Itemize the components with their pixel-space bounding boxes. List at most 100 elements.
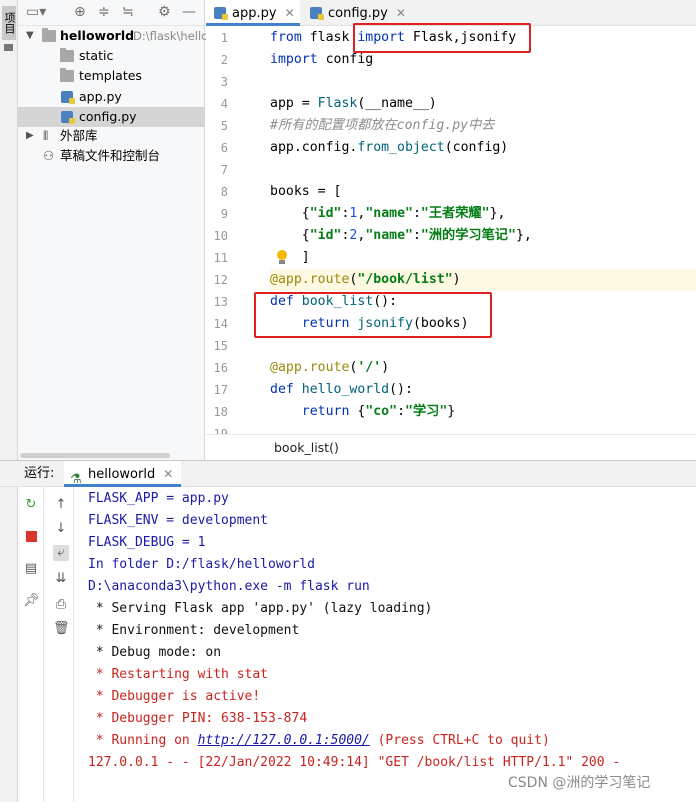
code-token: ) — [381, 360, 390, 375]
code-token: hello_world — [293, 382, 390, 397]
code-token: flask — [301, 30, 358, 45]
code-token: (config) — [444, 140, 509, 155]
console-output[interactable]: FLASK_APP = app.py FLASK_ENV = developmen… — [88, 487, 696, 802]
code-token: "洲的学习笔记" — [420, 228, 516, 243]
hide-icon[interactable]: — — [182, 4, 196, 20]
close-icon[interactable]: ✕ — [285, 6, 295, 20]
code-token: "id" — [309, 228, 342, 243]
code-token: { — [270, 228, 310, 243]
structure-tool-icon[interactable] — [4, 44, 13, 51]
breadcrumb[interactable]: book_list() — [206, 434, 696, 460]
tree-item-label: static — [79, 48, 114, 63]
line-number: 7 — [220, 163, 228, 177]
tree-item-app-py[interactable]: app.py — [18, 87, 205, 107]
line-number: 4 — [220, 97, 228, 111]
code-line: {"id":2,"name":"洲的学习笔记"}, — [270, 225, 696, 247]
gear-icon[interactable]: ⚙ — [158, 4, 171, 20]
console-text: * Debug mode: on — [88, 645, 222, 660]
console-text: FLASK_ENV = development — [88, 513, 269, 528]
code-token: @app.route — [270, 360, 350, 375]
code-line: @app.route("/book/list") — [270, 269, 696, 291]
code-token: }, — [515, 228, 532, 243]
console-text: (Press CTRL+C to quit) — [369, 733, 550, 748]
lightbulb-icon[interactable] — [276, 250, 288, 266]
tree-item-templates[interactable]: templates — [18, 66, 205, 86]
code-token: Flask — [317, 96, 358, 111]
scroll-to-end-icon[interactable]: ⇊ — [53, 571, 69, 587]
root-name: helloworld — [60, 28, 135, 43]
code-token: app = — [270, 96, 318, 111]
code-line: ] — [270, 247, 696, 269]
close-icon[interactable]: ✕ — [163, 467, 173, 481]
code-token: (__name__) — [357, 96, 437, 111]
line-number: 13 — [213, 295, 228, 309]
tree-root[interactable]: ▼ helloworld D:\flask\hello — [18, 26, 209, 46]
line-number: 18 — [213, 405, 228, 419]
library-icon: ⫴ — [43, 128, 49, 143]
code-area[interactable]: from flask import Flask,jsonify import co… — [270, 26, 696, 434]
horizontal-scrollbar[interactable] — [20, 453, 170, 458]
locate-icon[interactable]: ⊕ — [74, 4, 86, 20]
stop-icon[interactable] — [23, 529, 39, 545]
code-line: books = [ — [270, 181, 696, 203]
console-text: * Environment: development — [88, 623, 300, 638]
layout-icon[interactable]: ▤ — [23, 561, 39, 577]
console-text: * Debugger is active! — [88, 689, 261, 704]
line-number: 14 — [213, 317, 228, 331]
tree-scratches[interactable]: ⚇ 草稿文件和控制台 — [18, 146, 205, 166]
tree-item-label: templates — [79, 68, 142, 83]
tab-app-py[interactable]: app.py ✕ — [206, 0, 300, 26]
code-token: books = [ — [270, 184, 342, 199]
arrow-down-icon[interactable]: ↓ — [53, 521, 69, 537]
console-text: * Debugger PIN: 638-153-874 — [88, 711, 308, 726]
server-link[interactable]: http://127.0.0.1:5000/ — [198, 733, 370, 748]
run-tab-helloworld[interactable]: ⚗ helloworld ✕ — [64, 461, 182, 487]
root-path: D:\flask\hello — [133, 29, 209, 43]
console-text: 127.0.0.1 - - [22/Jan/2022 10:49:14] "GE… — [88, 755, 621, 770]
expand-all-icon[interactable]: ≑ — [98, 4, 110, 20]
line-number: 12 — [213, 273, 228, 287]
pin-icon[interactable]: 📌︎ — [23, 593, 40, 609]
code-token: : — [397, 404, 406, 419]
chevron-down-icon[interactable]: ▼ — [26, 26, 34, 46]
collapse-all-icon[interactable]: ≒ — [122, 4, 134, 20]
code-token: def — [270, 382, 294, 397]
python-file-icon — [214, 7, 228, 20]
python-file-icon — [61, 111, 75, 124]
tree-item-static[interactable]: static — [18, 46, 205, 66]
code-token: (): — [389, 382, 413, 397]
console-line: * Environment: development — [88, 620, 300, 642]
code-token: }, — [489, 206, 506, 221]
code-token: : — [412, 228, 421, 243]
tab-label: app.py — [232, 6, 277, 21]
folder-icon — [60, 68, 74, 82]
code-line: def hello_world(): — [270, 379, 696, 401]
view-mode-icon[interactable]: ▭▾ — [26, 4, 46, 20]
chevron-right-icon[interactable]: ▶ — [26, 126, 34, 146]
trash-icon[interactable]: 🗑︎ — [53, 621, 70, 637]
tree-item-config-py[interactable]: config.py — [18, 107, 205, 127]
code-line: app.config.from_object(config) — [270, 137, 696, 159]
project-tool-tab[interactable]: 项目 — [2, 6, 16, 40]
arrow-up-icon[interactable]: ↑ — [53, 497, 69, 513]
editor-pane: app.py ✕ config.py ✕ 1 2 3 4 5 6 7 8 9 10 11 12 13 14 15… — [206, 0, 696, 460]
close-icon[interactable]: ✕ — [396, 6, 406, 20]
rerun-icon[interactable]: ↻ — [23, 497, 39, 513]
code-token: "name" — [365, 206, 413, 221]
run-tab-label: helloworld — [88, 467, 156, 482]
tree-external-libs[interactable]: ▶ ⫴ 外部库 — [18, 126, 205, 146]
print-icon[interactable]: ⎙ — [53, 597, 69, 613]
run-toolbar-secondary: ↑ ↓ ⤶ ⇊ ⎙ 🗑︎ — [48, 487, 74, 802]
console-line: In folder D:/flask/helloworld — [88, 554, 315, 576]
console-text: * Running on — [88, 733, 198, 748]
console-line: FLASK_APP = app.py — [88, 488, 229, 510]
run-toolbar-primary: ↻ ▤ 📌︎ — [18, 487, 44, 802]
soft-wrap-icon[interactable]: ⤶ — [53, 545, 69, 561]
line-number: 17 — [213, 383, 228, 397]
code-token: "学习" — [405, 404, 448, 419]
console-line: * Debugger PIN: 638-153-874 — [88, 708, 307, 730]
